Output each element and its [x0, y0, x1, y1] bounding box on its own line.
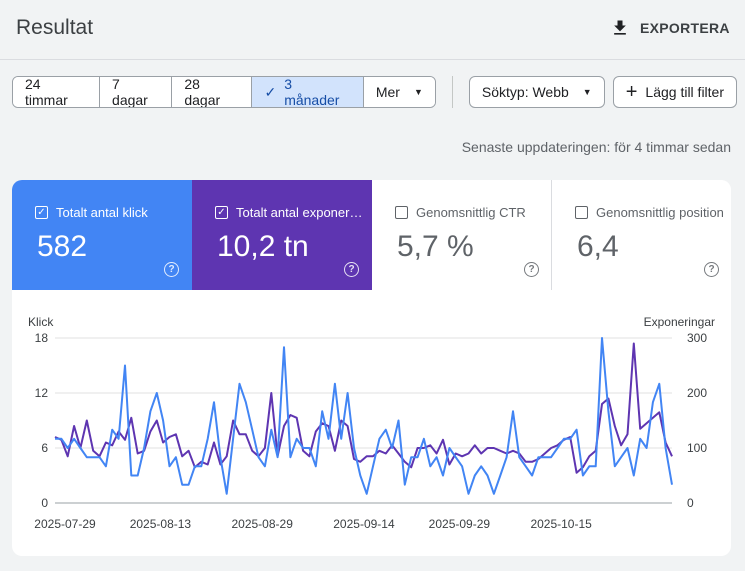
metric-value: 5,7 % [397, 230, 474, 263]
checkbox-checked-icon: ✓ [215, 206, 228, 219]
range-label: 28 dagar [184, 76, 221, 108]
x-tick-label: 2025-10-15 [530, 517, 592, 531]
range-28d-button[interactable]: 28 dagar [172, 76, 253, 108]
caret-down-icon: ▼ [413, 87, 423, 97]
range-label: Mer [375, 84, 400, 100]
add-filter-label: Lägg till filter [645, 84, 724, 100]
x-tick-label: 2025-08-29 [231, 517, 293, 531]
performance-chart: Klick Exponeringar 0 6 12 18 0 100 200 300 2025-… [12, 290, 731, 556]
x-tick-label: 2025-09-29 [429, 517, 491, 531]
add-filter-button[interactable]: + Lägg till filter [612, 76, 737, 108]
right-tick-label: 300 [687, 331, 707, 345]
metric-label: Totalt antal exponeringar [236, 205, 364, 220]
filter-bar: 24 timmar 7 dagar 28 dagar ✓ 3 månader Me… [12, 76, 745, 108]
help-circle-icon[interactable]: ? [524, 262, 539, 277]
performance-card: ✓ Totalt antal klick 582 ? ✓ Totalt anta… [12, 180, 731, 556]
range-label: 24 timmar [25, 76, 68, 108]
x-tick-label: 2025-09-14 [333, 517, 395, 531]
right-tick-label: 0 [687, 496, 694, 510]
range-more-button[interactable]: Mer ▼ [363, 77, 435, 107]
chart-svg: 0 6 12 18 0 100 200 300 2025-07-29 2025-08-13 2025… [34, 331, 707, 531]
right-tick-label: 200 [687, 386, 707, 400]
range-label: 7 dagar [112, 76, 148, 108]
checkbox-checked-icon: ✓ [35, 206, 48, 219]
last-updated-text: Senaste uppdateringen: för 4 timmar seda… [461, 139, 731, 155]
export-label: EXPORTERA [640, 20, 730, 36]
metric-tile-clicks[interactable]: ✓ Totalt antal klick 582 ? [12, 180, 192, 290]
range-7d-button[interactable]: 7 dagar [100, 76, 173, 108]
metric-tile-impressions[interactable]: ✓ Totalt antal exponeringar 10,2 tn ? [192, 180, 372, 290]
help-circle-icon[interactable]: ? [164, 262, 179, 277]
x-tick-label: 2025-07-29 [34, 517, 96, 531]
search-type-dropdown[interactable]: Söktyp: Webb ▼ [468, 76, 605, 108]
metric-tile-ctr[interactable]: Genomsnittlig CTR 5,7 % ? [372, 180, 552, 290]
plus-icon: + [625, 81, 638, 103]
metric-tiles: ✓ Totalt antal klick 582 ? ✓ Totalt anta… [12, 180, 731, 290]
page-title: Resultat [16, 16, 94, 39]
metric-label: Totalt antal klick [56, 205, 148, 220]
metric-label: Genomsnittlig CTR [416, 205, 526, 220]
left-tick-label: 6 [41, 441, 48, 455]
range-24h-button[interactable]: 24 timmar [13, 76, 101, 108]
checkbox-unchecked-icon [575, 206, 588, 219]
range-label: 3 månader [284, 76, 340, 108]
date-range-group: 24 timmar 7 dagar 28 dagar ✓ 3 månader Me… [12, 76, 436, 108]
divider [451, 76, 453, 108]
export-button[interactable]: EXPORTERA [610, 14, 730, 42]
metric-label: Genomsnittlig position [596, 205, 724, 220]
metric-tile-position[interactable]: Genomsnittlig position 6,4 ? [552, 180, 731, 290]
download-icon [614, 20, 626, 35]
metric-value: 6,4 [577, 230, 619, 263]
header: Resultat EXPORTERA [0, 0, 745, 60]
caret-down-icon: ▼ [582, 87, 592, 97]
left-tick-label: 12 [35, 386, 49, 400]
search-type-label: Söktyp: Webb [481, 84, 569, 100]
metric-value: 10,2 tn [217, 230, 309, 263]
right-tick-label: 100 [687, 441, 707, 455]
x-tick-label: 2025-08-13 [130, 517, 192, 531]
left-tick-label: 18 [35, 331, 49, 345]
range-3m-button[interactable]: ✓ 3 månader [252, 76, 364, 108]
check-icon: ✓ [264, 83, 277, 100]
help-circle-icon[interactable]: ? [704, 262, 719, 277]
left-tick-label: 0 [41, 496, 48, 510]
help-circle-icon[interactable]: ? [344, 262, 359, 277]
metric-value: 582 [37, 230, 88, 263]
checkbox-unchecked-icon [395, 206, 408, 219]
